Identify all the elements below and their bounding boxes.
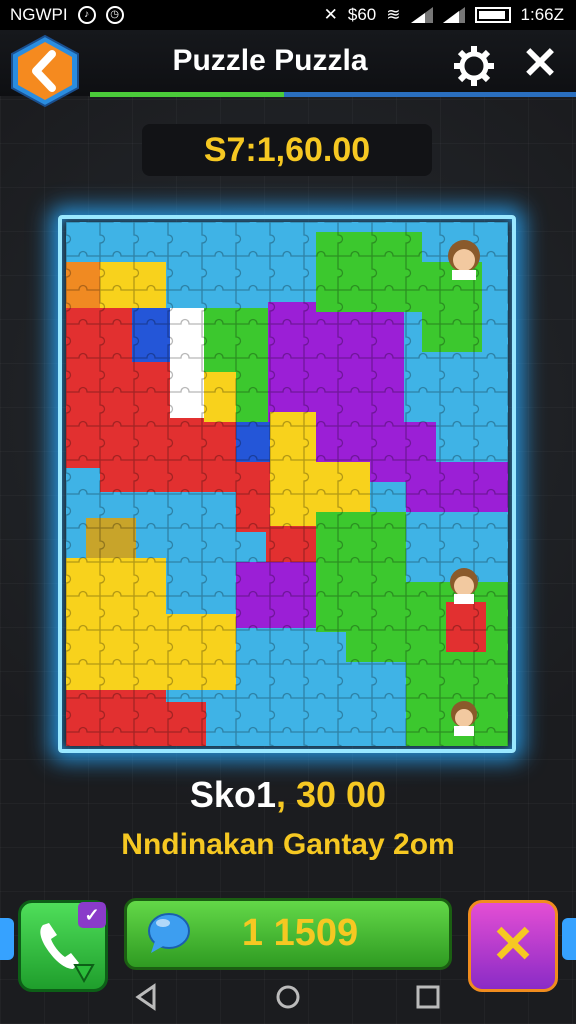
- character-piece-bottom[interactable]: [451, 701, 477, 736]
- notification-icon: ♪: [77, 6, 96, 24]
- coins-value: 1 1509: [241, 912, 359, 954]
- settings-button[interactable]: [452, 44, 496, 88]
- game-score: Sko1, 30 00: [0, 774, 576, 816]
- progress-fill: [90, 92, 285, 97]
- close-icon: ✕: [521, 39, 559, 88]
- character-piece-top[interactable]: [448, 240, 480, 280]
- score-prefix: Sko1: [189, 774, 276, 815]
- nav-home-button[interactable]: [273, 982, 303, 1012]
- page-title: Puzzle Puzzla: [172, 44, 368, 77]
- status-bar: NGWPI ♪ ◷ ✕ $60 ≋ 1:66Z: [0, 0, 576, 30]
- character-piece-middle[interactable]: [450, 568, 478, 604]
- nav-recents-button[interactable]: [413, 982, 443, 1012]
- level-progress-bar: [90, 92, 576, 97]
- score-value: , 30 00: [275, 774, 387, 815]
- top-score: S7:1,60.00: [142, 124, 432, 176]
- level-subtitle: Nndinakan Gantay 2om: [121, 828, 455, 861]
- battery-icon: [474, 7, 511, 23]
- x-icon: ✕: [491, 916, 535, 974]
- back-button[interactable]: [8, 34, 82, 108]
- gear-icon: [454, 46, 494, 86]
- signal-icon-2: [442, 7, 465, 23]
- jigsaw-grid: [66, 222, 508, 746]
- clock-icon: ◷: [105, 6, 124, 24]
- notification-badge: ✓: [78, 902, 106, 928]
- mute-icon: ✕: [323, 5, 338, 24]
- clock-time: 1:66Z: [520, 5, 564, 24]
- data-label: $60: [347, 5, 377, 24]
- wifi-icon: ≋: [386, 5, 401, 24]
- nav-back-button[interactable]: [132, 982, 162, 1012]
- chat-bubble-icon: [148, 913, 190, 953]
- puzzle-board[interactable]: [66, 222, 508, 746]
- left-edge-tab[interactable]: [0, 918, 14, 960]
- signal-icon: [410, 7, 433, 23]
- close-button[interactable]: ✕: [518, 42, 562, 88]
- right-edge-tab[interactable]: [562, 918, 576, 960]
- carrier-label: NGWPI: [10, 5, 68, 24]
